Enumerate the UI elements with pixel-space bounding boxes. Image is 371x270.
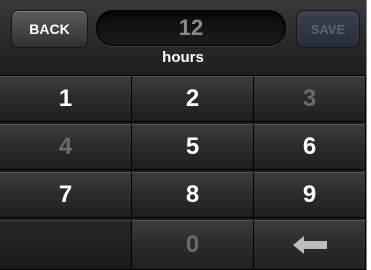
key-2[interactable]: 2: [132, 76, 254, 122]
key-9[interactable]: 9: [254, 172, 366, 218]
unit-label: hours: [162, 49, 204, 66]
key-1[interactable]: 1: [0, 76, 132, 122]
backspace-key[interactable]: [254, 220, 366, 270]
key-8[interactable]: 8: [132, 172, 254, 218]
key-blank: [0, 220, 132, 270]
key-3[interactable]: 3: [254, 76, 366, 122]
key-6[interactable]: 6: [254, 124, 366, 170]
save-button[interactable]: SAVE: [296, 10, 360, 48]
numeric-keypad-screen: BACK 12 SAVE hours 1 2 3 4 5 6 7 8 9 0: [0, 0, 367, 270]
key-7[interactable]: 7: [0, 172, 132, 218]
keypad: 1 2 3 4 5 6 7 8 9 0: [0, 76, 366, 270]
key-4[interactable]: 4: [0, 124, 132, 170]
key-5[interactable]: 5: [132, 124, 254, 170]
backspace-arrow-icon: [292, 235, 327, 254]
back-button[interactable]: BACK: [11, 10, 88, 48]
key-0[interactable]: 0: [132, 220, 254, 270]
header-bar: BACK 12 SAVE hours: [0, 0, 366, 76]
value-display: 12: [96, 10, 286, 46]
